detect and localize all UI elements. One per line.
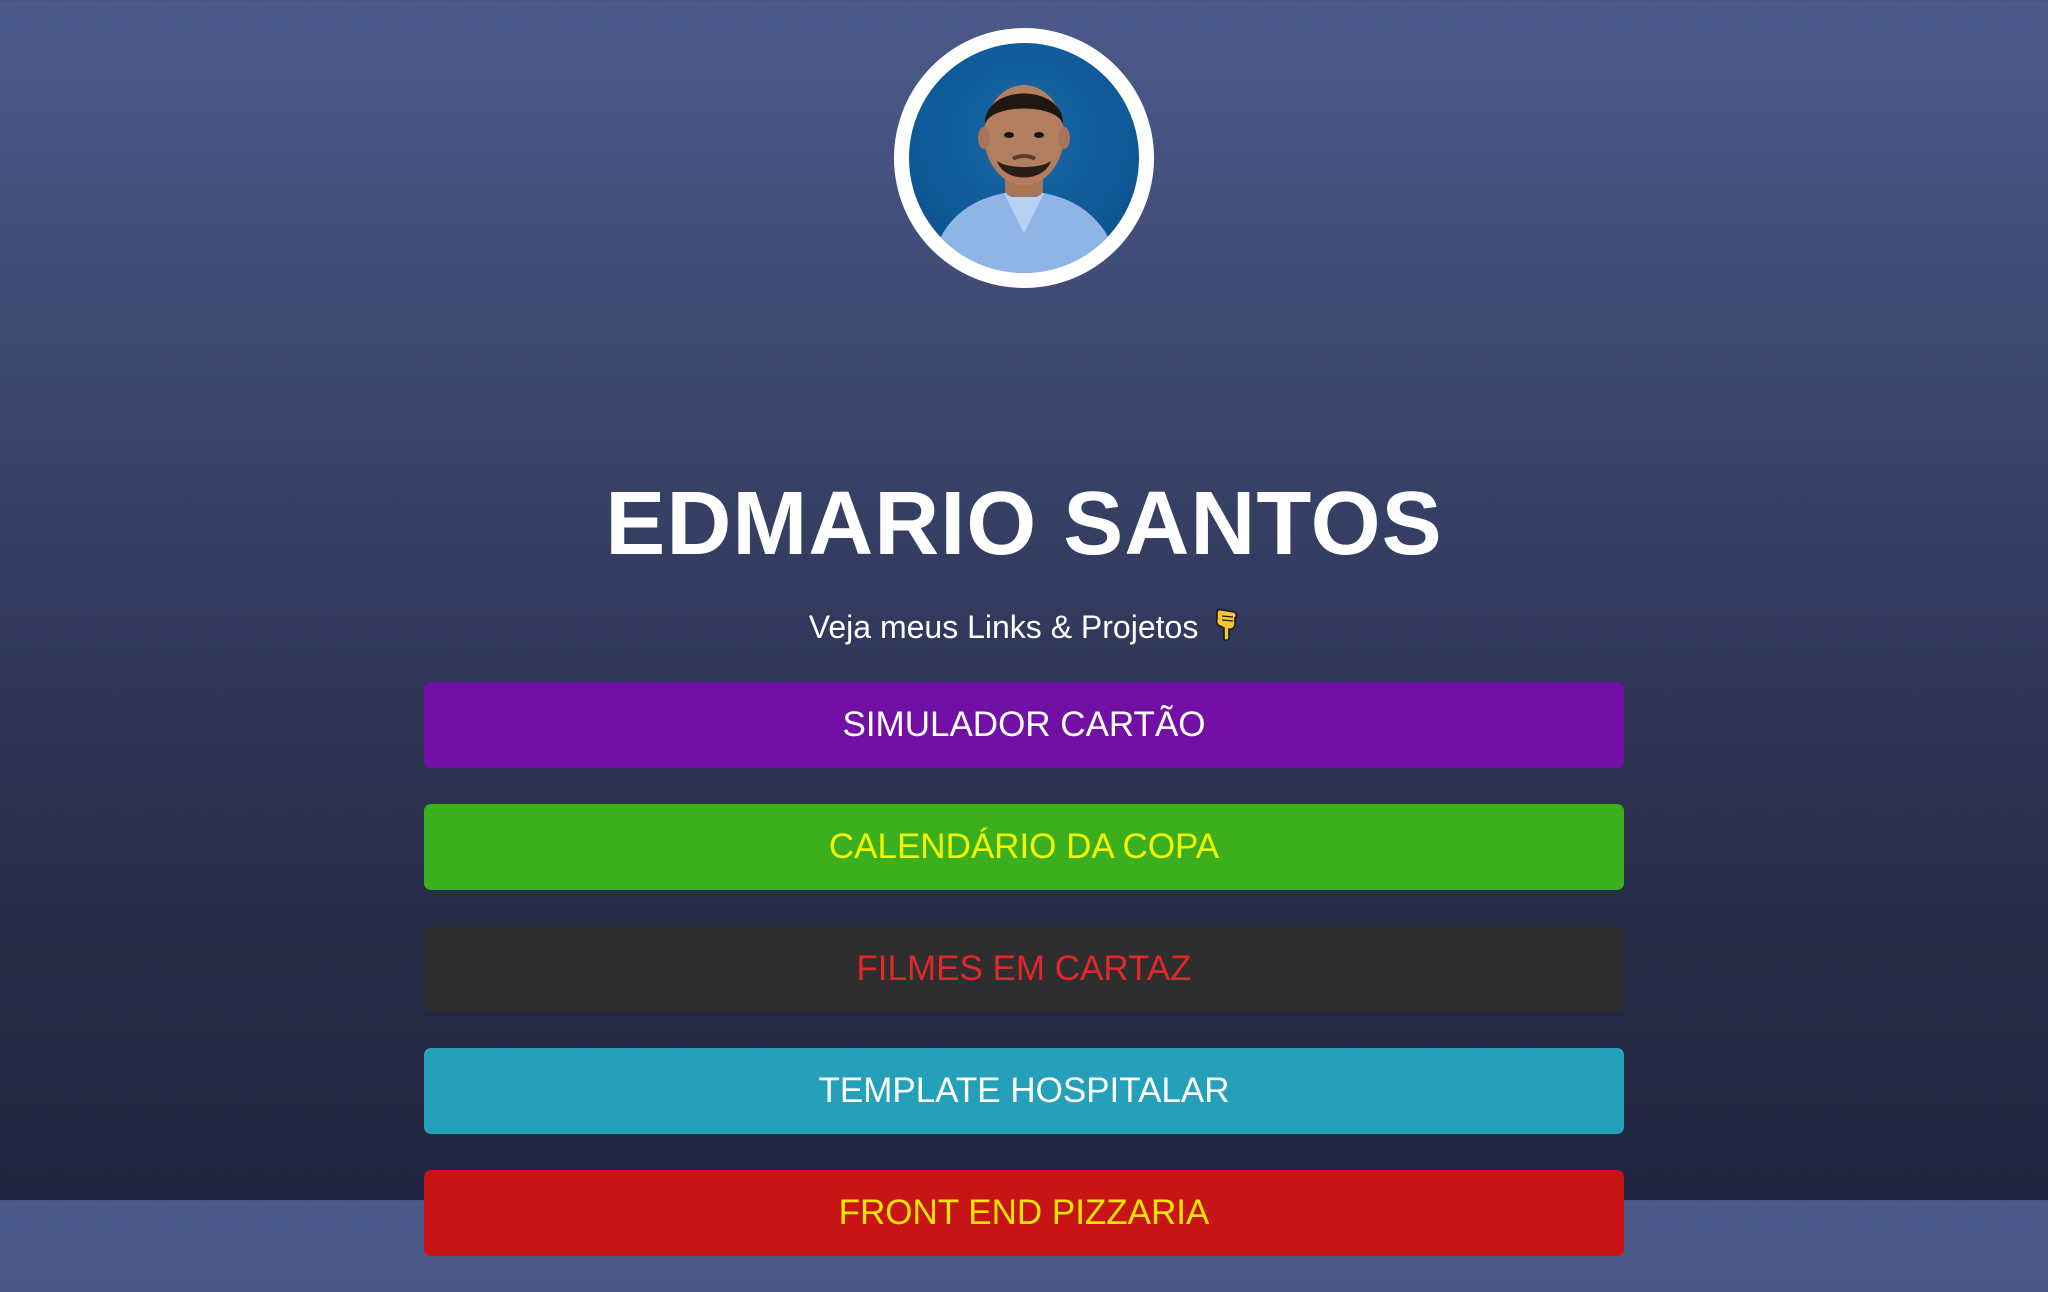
link-calendario-da-copa[interactable]: CALENDÁRIO DA COPA: [424, 804, 1624, 890]
link-template-hospitalar[interactable]: TEMPLATE HOSPITALAR: [424, 1048, 1624, 1134]
link-filmes-em-cartaz[interactable]: FILMES EM CARTAZ: [424, 926, 1624, 1012]
pointing-down-hand-icon: [1213, 608, 1239, 652]
profile-avatar: [894, 28, 1154, 288]
links-list: SIMULADOR CARTÃO CALENDÁRIO DA COPA FILM…: [424, 682, 1624, 1292]
link-front-end-pizzaria[interactable]: FRONT END PIZZARIA: [424, 1170, 1624, 1256]
profile-name: EDMARIO SANTOS: [605, 474, 1443, 574]
profile-subtitle: Veja meus Links & Projetos: [0, 606, 2048, 652]
link-simulador-cartao[interactable]: SIMULADOR CARTÃO: [424, 682, 1624, 768]
subtitle-text: Veja meus Links & Projetos: [808, 609, 1199, 645]
profile-photo: [909, 43, 1139, 273]
